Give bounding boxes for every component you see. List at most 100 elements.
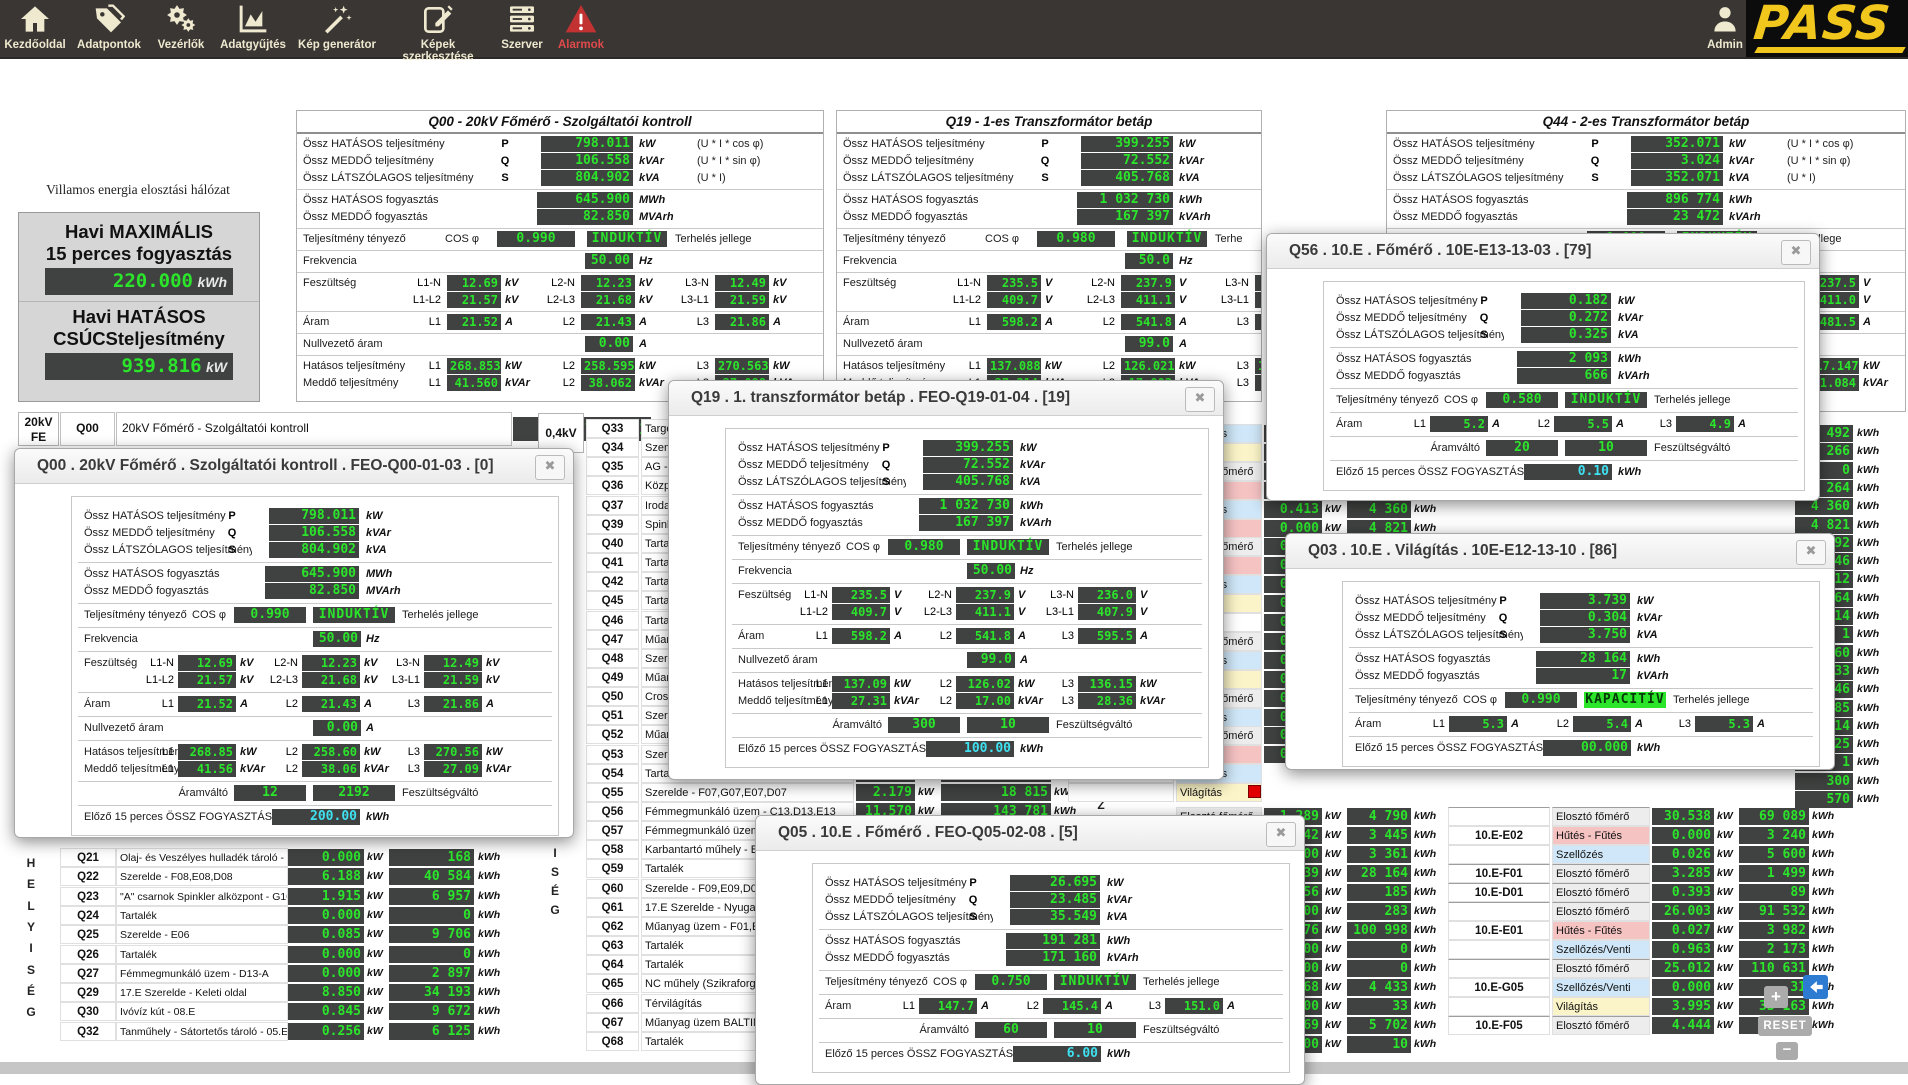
meter-row: ÁramL1598.2AL2541.8AL3595.5A [732,628,1202,645]
lcd-value: 106.558 [541,153,633,169]
unit-label: kWh [1107,1046,1163,1062]
unit-label: kWh [1812,921,1840,940]
zoom-in-button[interactable]: + [1764,986,1788,1008]
lcd-value: 399.255 [923,440,1013,456]
field-group: Nullvezető áram0.00A [78,717,552,741]
toolbar-item-label: Vezérlők [150,39,212,51]
dialog-body: Össz HATÁSOS teljesítményP798.011kWÖssz … [71,496,559,836]
unit-label: kWh [1414,1035,1440,1054]
lcd-value: 10 [1565,440,1647,456]
row-id: Q68 [586,1032,639,1051]
reset-button[interactable]: RESET [1758,1016,1812,1036]
unit-label: A [366,720,406,736]
lcd-value: 21.68 [302,672,360,688]
lcd-value: 4.444 [1652,1017,1714,1034]
field-label: Össz LÁTSZÓLAGOS teljesítmény [1393,170,1565,186]
field-group: Teljesítmény tényezőCOS φ0.750INDUKTÍVTe… [819,971,1283,995]
dialog-titlebar[interactable]: Q56 . 10.E . Főmérő . 10E-E13-13-03 . [7… [1267,234,1819,269]
lcd-value: 0.026 [1652,846,1714,863]
server-icon [496,0,548,39]
dialog-titlebar[interactable]: Q05 . 10.E . Főmérő . FEO-Q05-02-08 . [5… [756,816,1304,851]
row-id: Q33 [586,419,639,438]
dialog-close-button[interactable]: ✖ [1781,240,1811,265]
row-id: Q21 [60,848,116,867]
formula-label: (U * I * cos φ) [697,136,815,152]
row-id: Q48 [586,649,639,668]
row-id: Q62 [586,917,639,936]
dialog-close-button[interactable]: ✖ [1185,387,1215,412]
lcd-value: 411.1 [1121,292,1175,308]
dialog-close-button[interactable]: ✖ [535,455,565,480]
row-id: Q40 [586,534,639,553]
field-group: Össz HATÁSOS teljesítményP798.011kWÖssz … [78,505,552,563]
unit-label: kW [366,508,422,524]
dialog-close-button[interactable]: ✖ [1796,540,1826,565]
unit-label: kVAr [1637,610,1693,626]
lcd-value: 20 [1486,440,1558,456]
unit-label: kWh [1637,740,1693,756]
unit-label: kVA [1618,327,1674,343]
dialog-body: Össz HATÁSOS teljesítményP399.255kWÖssz … [725,428,1209,768]
row-id: Q60 [586,879,639,898]
lv-zone-cell: 0,4kV [538,413,584,453]
field-label: Terhelés jellege [1654,392,1766,408]
row-id [1448,902,1550,921]
quantity-symbol: S [1033,170,1057,186]
row-desc: Szerelde - F07,G07,E07,D07 [641,783,854,802]
phase-label: L1 [1407,716,1445,732]
row-id: Q27 [60,964,116,983]
monthly-peak-unit: kW [206,359,227,375]
back-button[interactable] [1803,975,1828,999]
lcd-value: 00.000 [1543,740,1631,756]
row-id: Q42 [586,572,639,591]
unit-label: kVArh [1729,209,1785,225]
lcd-value: 409.7 [987,292,1041,308]
row-id: Q23 [60,887,116,906]
lcd-value: 0.393 [1652,884,1714,901]
row-id: Q52 [586,725,639,744]
row-desc: "A" csarnok Spinkler alközpont - G10 [116,887,288,906]
meter-row: Össz HATÁSOS teljesítményP26.695kW [819,875,1283,892]
dialog-titlebar[interactable]: Q00 . 20kV Főmérő . Szolgáltatói kontrol… [15,449,573,484]
meter-row: Össz MEDDŐ fogyasztás82.850MVArh [297,209,823,226]
dialog-close-button[interactable]: ✖ [1266,822,1296,847]
field-group: Össz HATÁSOS teljesítményP3.739kWÖssz ME… [1349,590,1813,648]
phase-label: L2 [914,676,952,692]
lcd-value: 598.2 [987,314,1041,330]
row-id: Q57 [586,821,639,840]
unit-label: kW [367,983,389,1002]
toolbar-item-tags[interactable]: Adatpontok [72,0,146,57]
toolbar-item-gears[interactable]: Vezérlők [150,0,212,57]
toolbar-item-chart[interactable]: Adatgyűjtés [216,0,290,57]
dialog-titlebar[interactable]: Q19 . 1. transzformátor betáp . FEO-Q19-… [669,381,1223,416]
meter-row: Össz HATÁSOS teljesítményP798.011kW [78,508,552,525]
toolbar-item-home[interactable]: Kezdőoldal [4,0,66,57]
lcd-value: 3 982 [1739,922,1809,939]
lcd-value: 2 173 [1739,941,1809,958]
vt-label: Feszültségváltó [1654,440,1766,456]
row-id: Q51 [586,706,639,725]
meter-row: Össz HATÁSOS teljesítményP352.071kW(U * … [1387,136,1905,153]
lcd-value: 21.59 [715,292,769,308]
meter-row: Össz MEDDŐ teljesítményQ72.552kVAr [732,457,1202,474]
zoom-out-button[interactable]: − [1776,1042,1798,1060]
unit-label: kW [1325,902,1345,921]
unit-label: kW [639,136,695,152]
lcd-value: 0.10 [1524,464,1612,480]
dialog-titlebar[interactable]: Q03 . 10.E . Világítás . 10E-E12-13-10 .… [1286,534,1834,569]
row-desc: Tanműhely - Sátortetős tároló - 05.E-07.… [116,1022,288,1041]
lcd-value: 4 360 [1347,501,1411,518]
toolbar-item-server[interactable]: Szerver [496,0,548,57]
feeder-desc: 20kV Főmérő - Szolgáltatói kontroll [116,412,512,446]
lcd-value: 0.000 [288,849,364,866]
toolbar-item-edit[interactable]: Képek szerkesztése [384,0,492,57]
toolbar-item-wand[interactable]: Kép generátor [296,0,378,57]
phase-label: L3-L1 [382,672,420,688]
quantity-symbol: P [876,440,896,456]
lcd-value: 268.853 [447,358,501,374]
lcd-value: 0 [1347,941,1411,958]
toolbar-item-alarm[interactable]: Alarmok [552,0,610,57]
field-label: Össz HATÁSOS fogyasztás [303,192,475,208]
lcd-value: 804.902 [541,170,633,186]
field-group: Össz HATÁSOS fogyasztás896 774kWhÖssz ME… [1387,190,1905,229]
